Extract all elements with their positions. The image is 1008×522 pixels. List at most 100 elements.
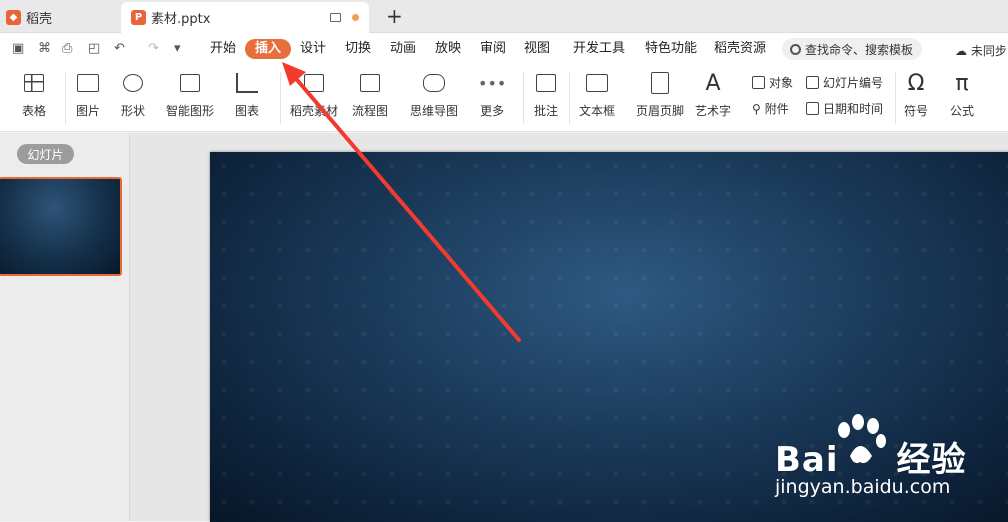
format-painter-icon[interactable]: ⌘ <box>38 41 51 56</box>
material-label: 稻壳素材 <box>290 104 339 118</box>
object-tool[interactable]: 对象 <box>752 74 793 91</box>
watermark-url: jingyan.baidu.com <box>775 476 951 498</box>
unsaved-dot-icon <box>352 14 359 21</box>
menu-review[interactable]: 审阅 <box>480 39 506 59</box>
menu-daoke-resources[interactable]: 稻壳资源 <box>714 39 766 59</box>
wordart-tool[interactable]: A 艺术字 <box>695 70 731 119</box>
mindmap-icon <box>423 74 445 92</box>
attachment-label: 附件 <box>764 102 789 116</box>
command-search[interactable]: 查找命令、搜索模板 <box>782 38 922 60</box>
insert-ribbon: 表格 图片 形状 智能图形 图表 稻壳素材 流程图 思维导图 ••• 更多 批注 <box>0 64 1008 132</box>
omega-icon: Ω <box>907 70 925 96</box>
divider <box>569 72 570 124</box>
textbox-icon <box>586 74 608 92</box>
baidu-jingyan-watermark: Bai 经验 <box>775 432 967 481</box>
header-footer-label: 页眉页脚 <box>636 104 685 118</box>
shape-label: 形状 <box>121 104 146 118</box>
comment-icon <box>536 74 556 92</box>
menu-slideshow[interactable]: 放映 <box>435 39 461 59</box>
header-footer-icon <box>651 72 669 94</box>
formula-label: 公式 <box>950 104 975 118</box>
slide-number-icon <box>806 76 819 89</box>
symbol-tool[interactable]: Ω 符号 <box>904 70 928 119</box>
formula-tool[interactable]: π 公式 <box>950 70 974 119</box>
menu-view[interactable]: 视图 <box>524 39 550 59</box>
slide-number-label: 幻灯片编号 <box>823 76 884 90</box>
mindmap-label: 思维导图 <box>410 104 459 118</box>
chart-label: 图表 <box>235 104 260 118</box>
slide-thumbnail[interactable] <box>0 177 122 276</box>
object-label: 对象 <box>769 76 794 90</box>
table-icon <box>24 74 44 92</box>
textbox-tool[interactable]: 文本框 <box>579 70 615 119</box>
shape-icon <box>123 74 143 92</box>
daoke-logo-icon: ◆ <box>6 10 21 25</box>
pi-icon: π <box>955 70 969 96</box>
more-tool[interactable]: ••• 更多 <box>478 70 506 119</box>
header-footer-tool[interactable]: 页眉页脚 <box>636 70 684 119</box>
sync-label: 未同步 <box>970 44 1007 58</box>
wordart-icon: A <box>705 70 721 96</box>
divider <box>65 72 66 124</box>
slide-thumbnail-panel: 幻灯片 <box>0 133 130 521</box>
tab-daoke-home[interactable]: ◆ 稻壳 <box>0 2 118 33</box>
watermark-jingyan: 经验 <box>896 440 967 480</box>
customize-dropdown-icon[interactable]: ▾ <box>174 41 181 56</box>
save-icon[interactable]: ▣ <box>12 41 24 56</box>
symbol-label: 符号 <box>904 104 929 118</box>
divider <box>895 72 896 124</box>
window-tab-bar: ◆ 稻壳 P 素材.pptx + <box>0 0 1008 33</box>
paperclip-icon: ⚲ <box>752 101 761 116</box>
sync-status[interactable]: ☁ 未同步 <box>955 42 1007 59</box>
attachment-tool[interactable]: ⚲ 附件 <box>752 100 789 117</box>
menu-developer[interactable]: 开发工具 <box>573 39 625 59</box>
mindmap-tool[interactable]: 思维导图 <box>410 70 458 119</box>
chart-icon <box>236 73 258 93</box>
comment-label: 批注 <box>534 104 559 118</box>
flowchart-tool[interactable]: 流程图 <box>352 70 388 119</box>
pptx-file-icon: P <box>131 10 146 25</box>
chart-tool[interactable]: 图表 <box>235 70 259 119</box>
tab-document[interactable]: P 素材.pptx <box>121 2 369 33</box>
material-icon <box>304 74 324 92</box>
shape-tool[interactable]: 形状 <box>121 70 145 119</box>
picture-tool[interactable]: 图片 <box>76 70 100 119</box>
picture-icon <box>77 74 99 92</box>
menu-bar: ▣ ⌘ ⎙ ◰ ↶ ↷ ▾ 开始 插入 设计 切换 动画 放映 审阅 视图 开发… <box>0 33 1008 64</box>
print-preview-icon[interactable]: ◰ <box>88 41 100 56</box>
divider <box>523 72 524 124</box>
picture-label: 图片 <box>76 104 101 118</box>
new-tab-button[interactable]: + <box>386 4 403 28</box>
slide-number-tool[interactable]: 幻灯片编号 <box>806 74 883 91</box>
monitor-icon[interactable] <box>330 13 341 22</box>
flowchart-icon <box>360 74 380 92</box>
search-icon <box>790 43 801 55</box>
redo-icon[interactable]: ↷ <box>148 41 159 56</box>
menu-transition[interactable]: 切换 <box>345 39 371 59</box>
table-tool[interactable]: 表格 <box>22 70 46 119</box>
flowchart-label: 流程图 <box>352 104 389 118</box>
daoke-material-tool[interactable]: 稻壳素材 <box>290 70 338 119</box>
smartart-label: 智能图形 <box>166 104 215 118</box>
table-label: 表格 <box>22 104 47 118</box>
date-time-label: 日期和时间 <box>823 102 884 116</box>
menu-insert[interactable]: 插入 <box>245 39 292 59</box>
smartart-tool[interactable]: 智能图形 <box>166 70 214 119</box>
date-time-tool[interactable]: 日期和时间 <box>806 100 883 117</box>
menu-design[interactable]: 设计 <box>300 39 326 59</box>
more-icon: ••• <box>478 73 507 93</box>
undo-icon[interactable]: ↶ <box>114 41 125 56</box>
menu-start[interactable]: 开始 <box>210 39 236 59</box>
watermark-bai: Bai <box>775 440 839 480</box>
divider <box>280 72 281 124</box>
comment-tool[interactable]: 批注 <box>534 70 558 119</box>
cloud-icon: ☁ <box>955 44 971 58</box>
tab-doc-label: 素材.pptx <box>151 12 211 27</box>
print-icon[interactable]: ⎙ <box>62 41 72 56</box>
object-icon <box>752 76 765 89</box>
more-label: 更多 <box>480 104 505 118</box>
slides-view-tab[interactable]: 幻灯片 <box>17 144 74 164</box>
menu-animation[interactable]: 动画 <box>390 39 416 59</box>
search-placeholder: 查找命令、搜索模板 <box>805 42 914 57</box>
menu-features[interactable]: 特色功能 <box>645 39 697 59</box>
